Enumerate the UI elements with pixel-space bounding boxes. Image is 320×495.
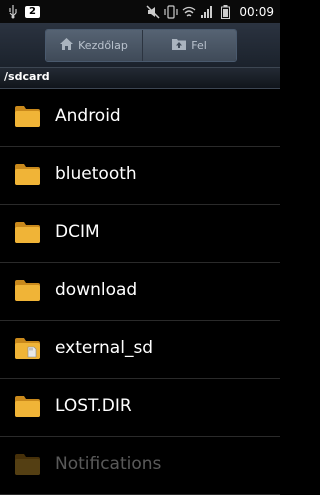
clock: 00:09 [239,4,274,19]
item-name: LOST.DIR [55,396,132,416]
list-item[interactable]: Android [0,89,280,147]
home-button[interactable]: Kezdőlap [46,30,143,61]
path-bar: /sdcard [0,67,280,89]
item-name: external_sd [55,338,154,358]
folder-icon [15,106,40,127]
folder-icon [15,222,40,243]
sd-card-folder-icon [15,338,40,359]
folder-icon [15,396,40,417]
vibrate-icon [164,4,179,19]
up-button-label: Fel [191,39,207,52]
toolbar: Kezdőlap Fel [0,23,280,67]
list-item[interactable]: DCIM [0,205,280,263]
item-name: bluetooth [55,164,137,184]
battery-icon [218,4,232,19]
mute-icon [146,4,160,19]
folder-icon [15,280,40,301]
list-item[interactable]: Notifications [0,437,280,495]
home-icon [60,38,74,53]
folder-icon [15,164,40,185]
item-name: download [55,280,138,300]
item-name: Android [55,106,121,126]
list-item[interactable]: external_sd [0,321,280,379]
up-button[interactable]: Fel [143,30,236,61]
file-list: Android bluetooth DCIM download external… [0,89,280,495]
folder-up-icon [172,38,187,53]
item-name: DCIM [55,222,100,242]
folder-icon [15,454,40,475]
item-name: Notifications [55,454,162,474]
nav-button-group: Kezdőlap Fel [45,29,237,62]
notification-badge: 2 [25,5,40,18]
signal-icon [200,5,214,19]
current-path: /sdcard [4,70,50,83]
home-button-label: Kezdőlap [78,39,128,52]
wifi-icon [182,5,196,19]
list-item[interactable]: LOST.DIR [0,379,280,437]
usb-icon [6,4,20,19]
list-item[interactable]: download [0,263,280,321]
list-item[interactable]: bluetooth [0,147,280,205]
status-bar: 2 00:09 [0,0,280,23]
